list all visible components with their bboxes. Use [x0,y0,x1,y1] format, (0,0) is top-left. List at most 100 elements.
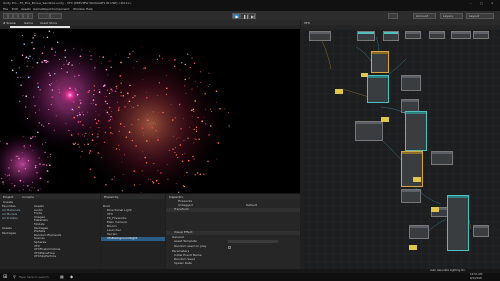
vfx-spawn-context[interactable] [371,51,389,73]
pivot-toggle[interactable] [38,12,50,19]
menu-file[interactable]: File [3,7,8,11]
spark-particle [194,174,196,176]
taskbar-search[interactable]: Type here to search [19,275,49,279]
vfx-node[interactable] [429,31,445,39]
vfx-node[interactable] [355,121,383,141]
spark-particle [79,102,82,104]
vfx-node[interactable] [405,31,421,39]
vfx-initialize-context[interactable] [367,75,389,103]
pause-button[interactable]: ❚❚ [240,12,250,19]
tree-item[interactable]: Packages [2,231,16,236]
vfx-node[interactable] [401,75,421,91]
spark-particle [96,143,98,145]
tab-scene[interactable]: # Scene [3,21,16,25]
windows-start-icon[interactable]: ⊞ [3,274,7,279]
layout-dropdown[interactable]: Layout [466,12,494,19]
menu-gameobject[interactable]: GameObject [33,7,52,11]
menu-assets[interactable]: Assets [21,7,31,11]
spark-particle [22,189,24,191]
spark-particle [69,93,72,95]
spark-particle [155,122,157,124]
vfx-node[interactable] [473,225,489,237]
sticky-note[interactable] [381,117,389,122]
menu-help[interactable]: Help [86,7,93,11]
vfx-node[interactable] [309,31,331,41]
sticky-note[interactable] [413,177,421,182]
vfx-node[interactable] [401,189,421,203]
search-icon[interactable]: ⚲ [13,275,16,279]
vfx-output-context-2[interactable] [447,195,469,251]
file-item[interactable]: VFXSkyParticle [34,255,56,259]
spark-particle [51,96,54,98]
vfx-node[interactable] [409,225,429,239]
task-view-icon[interactable]: ▦ [60,274,64,279]
vfx-node[interactable] [473,31,489,39]
spark-particle [44,151,46,154]
spark-particle [68,62,70,64]
spark-particle [36,61,39,64]
tab-inspector[interactable]: Inspector [169,195,183,199]
spark-particle [228,112,229,114]
close-icon[interactable]: × [491,1,494,5]
spark-particle [182,118,184,119]
unity-app-icon[interactable]: ◆ [70,274,73,279]
spark-particle [122,94,125,97]
spark-particle [54,73,56,75]
global-toggle[interactable] [50,12,62,19]
step-button[interactable]: ▶| [248,12,256,19]
spark-particle [67,63,70,66]
hierarchy-item[interactable]: VfxBackgroundLight [107,236,137,241]
collab-button[interactable] [388,12,398,19]
menu-component[interactable]: Component [52,7,69,11]
spark-particle [133,170,136,172]
spark-particle [89,168,92,171]
layers-dropdown[interactable]: Layers [440,12,463,19]
transform-tool-button[interactable] [28,12,33,19]
menu-edit[interactable]: Edit [12,7,18,11]
spark-particle [90,103,92,105]
menu-window[interactable]: Window [73,7,85,11]
spark-particle [133,184,136,186]
vfx-node[interactable] [431,151,453,165]
tab-console[interactable]: Console [22,195,34,199]
vfx-node[interactable] [357,31,375,41]
spark-particle [158,182,160,185]
project-panel: Create Favorites All Materials All Model… [0,199,100,269]
vfx-node[interactable] [451,31,471,39]
tab-asset-store[interactable]: Asset Store [40,21,57,25]
spark-particle [51,89,53,91]
scene-view[interactable] [0,29,300,193]
play-button[interactable]: ▶ [232,12,240,19]
spark-particle [29,145,32,147]
spark-particle [37,82,39,85]
sticky-note[interactable] [361,73,368,77]
spark-particle [209,83,210,85]
tab-game[interactable]: Game [24,21,33,25]
asset-template-field[interactable] [228,240,278,244]
vfx-update-context[interactable] [405,111,427,151]
sticky-note[interactable] [431,207,439,212]
spark-particle [143,132,145,134]
minimize-icon[interactable]: – [470,1,472,5]
tab-hierarchy[interactable]: Hierarchy [104,195,119,199]
spark-particle [30,137,32,139]
tree-item[interactable]: All Prefabs [2,216,18,221]
spark-particle [53,32,54,33]
spark-particle [79,63,80,65]
vfx-graph-canvas[interactable] [301,29,500,269]
sticky-note[interactable] [409,245,417,250]
maximize-icon[interactable]: □ [480,1,483,5]
spark-particle [133,59,135,61]
sticky-note[interactable] [335,89,343,94]
vfx-node[interactable] [383,31,399,41]
spark-particle [9,178,10,180]
random-seed-checkbox[interactable] [228,245,231,249]
spark-particle [29,55,31,57]
tab-project[interactable]: Project [3,195,13,199]
tab-vfx[interactable]: VFX [304,21,310,25]
account-dropdown[interactable]: Account [413,12,436,19]
spark-particle [65,123,67,125]
spark-particle [66,71,68,73]
node-connections [320,36,472,240]
spark-particle [141,46,143,48]
